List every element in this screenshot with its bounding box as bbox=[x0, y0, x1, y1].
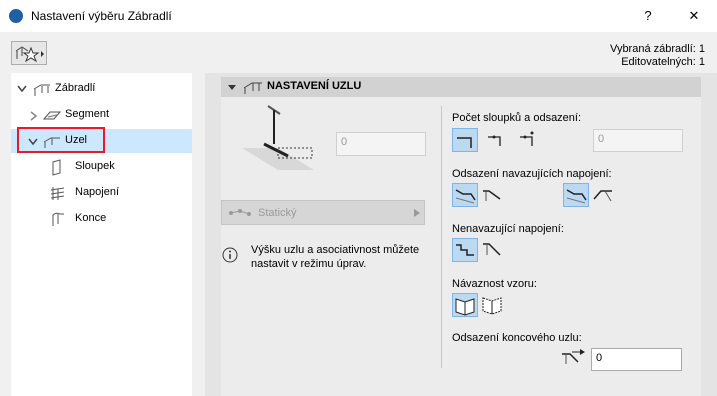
close-button[interactable]: ✕ bbox=[682, 6, 706, 26]
stair-alt-icon bbox=[593, 190, 612, 202]
window-title: Nastavení výběru Zábradlí bbox=[31, 9, 172, 23]
editable-count: Editovatelných: 1 bbox=[621, 56, 705, 68]
stair-slope-icon bbox=[483, 243, 501, 256]
collapse-triangle-icon[interactable] bbox=[227, 84, 237, 92]
nonadjacent-option-2-button[interactable] bbox=[480, 238, 506, 262]
section-title: NASTAVENÍ UZLU bbox=[267, 80, 362, 92]
selected-count: Vybraná zábradlí: 1 bbox=[610, 43, 705, 55]
ends-icon bbox=[52, 212, 64, 226]
posts-type-1-button[interactable] bbox=[452, 128, 478, 152]
node-mode-label: Statický bbox=[258, 207, 297, 219]
tree-item-label: Konce bbox=[75, 212, 107, 224]
stair-down-icon bbox=[566, 189, 587, 204]
post-offset-icon bbox=[488, 135, 501, 146]
segment-icon bbox=[42, 111, 62, 120]
adjacent-option-4-button[interactable] bbox=[591, 183, 617, 207]
stair-down-icon bbox=[455, 189, 476, 204]
tree-item-label: Segment bbox=[65, 108, 110, 120]
highlight-box bbox=[17, 127, 105, 153]
posts-label: Počet sloupků a odsazení: bbox=[452, 112, 582, 124]
chevron-right-icon bbox=[414, 209, 420, 217]
node-icon bbox=[243, 82, 262, 94]
post-corner-icon bbox=[457, 137, 472, 148]
info-icon bbox=[222, 247, 238, 263]
nonadjacent-label: Nenavazující napojení: bbox=[452, 223, 564, 235]
pattern-label: Návaznost vzoru: bbox=[452, 278, 537, 290]
tree-item-label: Sloupek bbox=[75, 160, 115, 172]
adjacent-option-3-button[interactable] bbox=[563, 183, 589, 207]
settings-tree: Zábradlí Segment Uzel Sloupek Napojení K… bbox=[11, 73, 192, 396]
node-mode-icon bbox=[229, 209, 251, 216]
help-button[interactable]: ? bbox=[636, 6, 660, 26]
tree-item-post[interactable]: Sloupek bbox=[11, 155, 192, 179]
node-mode-dropdown[interactable]: Statický bbox=[221, 200, 425, 225]
tree-item-label: Napojení bbox=[75, 186, 120, 198]
end-offset-icon bbox=[562, 349, 585, 364]
post-icon bbox=[52, 159, 61, 176]
tree-item-railing[interactable]: Zábradlí bbox=[11, 77, 192, 101]
posts-type-3-button[interactable] bbox=[516, 128, 542, 152]
adjacent-option-2-button[interactable] bbox=[480, 183, 506, 207]
nonadjacent-option-1-button[interactable] bbox=[452, 238, 478, 262]
end-offset-field[interactable]: 0 bbox=[591, 348, 682, 371]
post-multiple-icon bbox=[520, 131, 534, 146]
chevron-down-icon bbox=[17, 85, 27, 93]
adjacent-option-1-button[interactable] bbox=[452, 183, 478, 207]
node-preview-icon bbox=[242, 105, 314, 170]
favorites-button[interactable] bbox=[11, 41, 47, 65]
tree-item-segment[interactable]: Segment bbox=[11, 103, 192, 127]
posts-type-2-button[interactable] bbox=[484, 128, 510, 152]
pattern-restart-icon bbox=[482, 297, 502, 315]
pattern-continuous-button[interactable] bbox=[452, 293, 478, 317]
tree-item-label: Zábradlí bbox=[55, 82, 96, 94]
stair-step-icon bbox=[456, 244, 474, 256]
posts-count-field[interactable]: 0 bbox=[593, 129, 683, 152]
end-offset-label: Odsazení koncového uzlu: bbox=[452, 332, 582, 344]
tree-item-ends[interactable]: Konce bbox=[11, 207, 192, 231]
pattern-continuous-icon bbox=[455, 298, 475, 316]
tree-item-connection[interactable]: Napojení bbox=[11, 181, 192, 205]
pattern-restart-button[interactable] bbox=[480, 293, 506, 317]
adjacent-label: Odsazení navazujících napojení: bbox=[452, 168, 612, 180]
railing-icon bbox=[33, 84, 50, 96]
favorites-star-icon bbox=[15, 46, 44, 63]
column-divider bbox=[441, 106, 442, 368]
stair-alt-icon bbox=[483, 190, 501, 201]
archicad-logo-icon bbox=[9, 9, 23, 23]
node-offset-field[interactable]: 0 bbox=[336, 132, 426, 156]
connection-icon bbox=[50, 187, 65, 200]
node-hint-text: Výšku uzlu a asociativnost můžete nastav… bbox=[251, 244, 420, 270]
chevron-right-icon bbox=[30, 111, 38, 121]
